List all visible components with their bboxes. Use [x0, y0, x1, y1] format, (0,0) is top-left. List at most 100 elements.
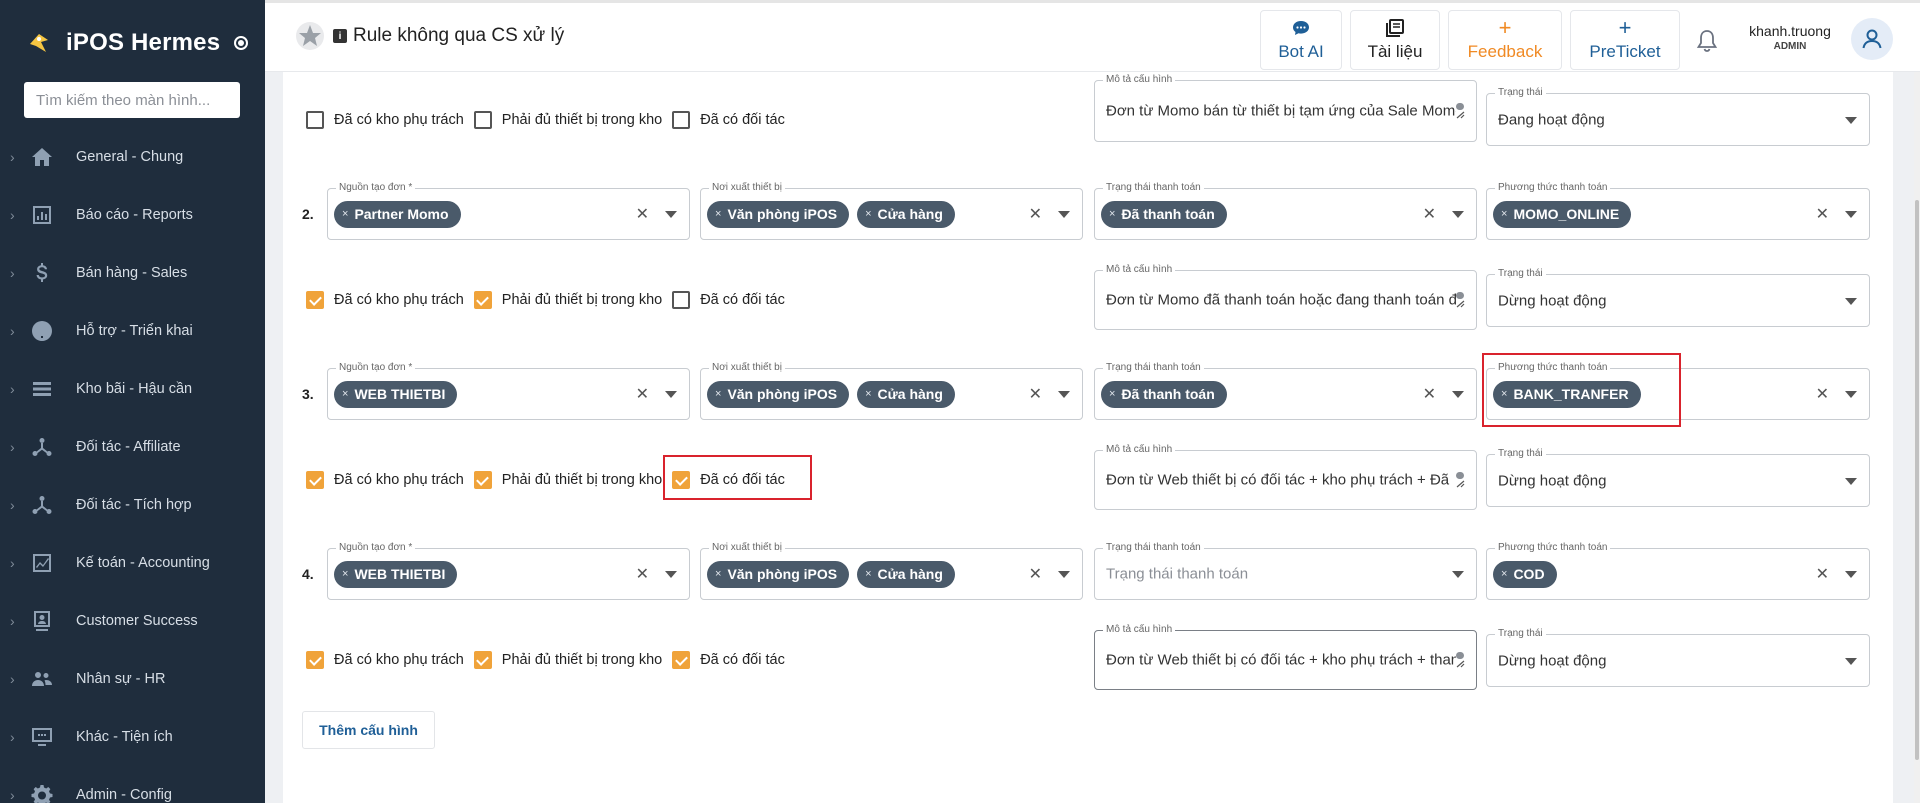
sidebar-item-k-to-n-accounting[interactable]: › Kế toán - Accounting: [0, 534, 265, 592]
clear-icon[interactable]: ✕: [636, 564, 649, 584]
chip-remove-icon[interactable]: ×: [715, 388, 721, 400]
caret-down-icon[interactable]: [1845, 297, 1857, 305]
selected-chip[interactable]: × Đã thanh toán: [1101, 380, 1227, 408]
caret-down-icon[interactable]: [1452, 211, 1464, 218]
config-desc-field-1[interactable]: Mô tả cấu hình Đơn từ Momo bán từ thiết b…: [1094, 74, 1477, 142]
warehouse-checkbox-box[interactable]: [306, 651, 324, 669]
status-select[interactable]: Trạng thái Dừng hoạt động: [1486, 448, 1870, 507]
sidebar-search-input[interactable]: [24, 82, 240, 118]
partner-checkbox-box[interactable]: [672, 111, 691, 129]
star-icon[interactable]: [295, 21, 325, 51]
enough-device-checkbox[interactable]: Phải đủ thiết bị trong kho: [473, 471, 672, 489]
enough-device-checkbox[interactable]: Phải đủ thiết bị trong kho: [473, 651, 672, 669]
selected-chip[interactable]: × Partner Momo: [334, 200, 461, 228]
enough-device-checkbox-box[interactable]: [473, 651, 492, 669]
selected-chip[interactable]: × COD: [1493, 560, 1557, 588]
warehouse-checkbox-box[interactable]: [306, 291, 324, 309]
caret-down-icon[interactable]: [1452, 571, 1464, 578]
clear-icon[interactable]: ✕: [1816, 564, 1829, 584]
selected-chip[interactable]: × Văn phòng iPOS: [707, 560, 850, 588]
chip-remove-icon[interactable]: ×: [342, 208, 348, 220]
selected-chip[interactable]: × Đã thanh toán: [1101, 200, 1227, 228]
docs-button[interactable]: Tài liệu: [1350, 10, 1440, 70]
resize-handle-icon[interactable]: [1454, 291, 1466, 309]
partner-checkbox[interactable]: Đã có đối tác: [672, 111, 795, 129]
partner-checkbox-box[interactable]: [672, 291, 691, 309]
resize-handle-icon[interactable]: [1454, 651, 1466, 669]
bell-icon[interactable]: [1694, 28, 1720, 54]
payment-status-select[interactable]: Trạng thái thanh toán × Đã thanh toán ✕: [1094, 182, 1477, 240]
selected-chip[interactable]: × Cửa hàng: [857, 560, 955, 588]
chip-remove-icon[interactable]: ×: [1501, 208, 1507, 220]
chip-remove-icon[interactable]: ×: [342, 568, 348, 580]
chip-remove-icon[interactable]: ×: [1109, 208, 1115, 220]
chip-remove-icon[interactable]: ×: [865, 388, 871, 400]
clear-icon[interactable]: ✕: [636, 384, 649, 404]
order-source-select[interactable]: Nguồn tạo đơn * × WEB THIETBI ✕: [327, 362, 690, 420]
payment-method-select[interactable]: Phương thức thanh toán × COD ✕: [1486, 542, 1870, 600]
clear-icon[interactable]: ✕: [1029, 564, 1042, 584]
status-select[interactable]: Trạng thái Dừng hoạt động: [1486, 628, 1870, 687]
sidebar-item-h-tr-tri-n-khai[interactable]: › Hỗ trợ - Triển khai: [0, 302, 265, 360]
sidebar-item-admin-config[interactable]: › Admin - Config: [0, 766, 265, 803]
clear-icon[interactable]: ✕: [1816, 384, 1829, 404]
warehouse-checkbox-box[interactable]: [306, 111, 324, 129]
warehouse-checkbox[interactable]: Đã có kho phụ trách: [306, 291, 474, 309]
clear-icon[interactable]: ✕: [1423, 384, 1436, 404]
radio-toggle-icon[interactable]: [234, 36, 249, 50]
selected-chip[interactable]: × WEB THIETBI: [334, 380, 458, 408]
config-desc-field[interactable]: Mô tả cấu hình Đơn từ Web thiết bị có đối…: [1094, 444, 1477, 510]
clear-icon[interactable]: ✕: [636, 204, 649, 224]
warehouse-checkbox-box[interactable]: [306, 471, 324, 489]
sidebar-item-i-t-c-affiliate[interactable]: › Đối tác - Affiliate: [0, 418, 265, 476]
enough-device-checkbox-box[interactable]: [473, 291, 492, 309]
chip-remove-icon[interactable]: ×: [342, 388, 348, 400]
device-origin-select[interactable]: Nơi xuất thiết bị × Văn phòng iPOS × Cửa hàn…: [700, 362, 1083, 420]
payment-status-select[interactable]: Trạng thái thanh toán × Đã thanh toán ✕: [1094, 362, 1477, 420]
status-select-1[interactable]: Trạng thái Đang hoạt động: [1486, 87, 1870, 146]
enough-device-checkbox[interactable]: Phải đủ thiết bị trong kho: [473, 111, 672, 129]
chip-remove-icon[interactable]: ×: [865, 208, 871, 220]
chip-remove-icon[interactable]: ×: [1501, 568, 1507, 580]
payment-method-select[interactable]: Phương thức thanh toán × MOMO_ONLINE ✕: [1486, 182, 1870, 240]
sidebar-item-general-chung[interactable]: › General - Chung: [0, 128, 265, 186]
caret-down-icon[interactable]: [1845, 391, 1857, 398]
enough-device-checkbox-box[interactable]: [473, 111, 492, 129]
selected-chip[interactable]: × MOMO_ONLINE: [1493, 200, 1632, 228]
sidebar-item-b-n-h-ng-sales[interactable]: › Bán hàng - Sales: [0, 244, 265, 302]
bot-ai-button[interactable]: Bot AI: [1260, 10, 1342, 70]
warehouse-checkbox[interactable]: Đã có kho phụ trách: [306, 471, 474, 489]
caret-down-icon[interactable]: [1452, 391, 1464, 398]
brand[interactable]: iPOS Hermes: [26, 26, 249, 60]
caret-down-icon[interactable]: [1845, 571, 1857, 578]
order-source-select[interactable]: Nguồn tạo đơn * × Partner Momo ✕: [327, 182, 690, 240]
order-source-select[interactable]: Nguồn tạo đơn * × WEB THIETBI ✕: [327, 542, 690, 600]
sidebar-item-kh-c-ti-n-ch[interactable]: › Khác - Tiện ích: [0, 708, 265, 766]
clear-icon[interactable]: ✕: [1029, 204, 1042, 224]
chip-remove-icon[interactable]: ×: [715, 568, 721, 580]
sidebar-item-i-t-c-t-ch-h-p[interactable]: › Đối tác - Tích hợp: [0, 476, 265, 534]
feedback-button[interactable]: + Feedback: [1448, 10, 1562, 70]
config-desc-field[interactable]: Mô tả cấu hình Đơn từ Web thiết bị có đối…: [1094, 624, 1477, 690]
partner-checkbox[interactable]: Đã có đối tác: [672, 291, 795, 309]
caret-down-icon[interactable]: [1845, 657, 1857, 665]
warehouse-checkbox[interactable]: Đã có kho phụ trách: [306, 651, 474, 669]
caret-down-icon[interactable]: [665, 571, 677, 578]
caret-down-icon[interactable]: [1845, 211, 1857, 218]
scrollbar-thumb[interactable]: [1915, 200, 1919, 760]
clear-icon[interactable]: ✕: [1029, 384, 1042, 404]
partner-checkbox[interactable]: Đã có đối tác: [672, 651, 795, 669]
partner-checkbox-box[interactable]: [672, 651, 691, 669]
status-select[interactable]: Trạng thái Dừng hoạt động: [1486, 268, 1870, 327]
avatar[interactable]: [1851, 18, 1893, 60]
caret-down-icon[interactable]: [665, 391, 677, 398]
config-desc-field[interactable]: Mô tả cấu hình Đơn từ Momo đã thanh toán …: [1094, 264, 1477, 330]
resize-handle-icon[interactable]: [1454, 102, 1466, 120]
resize-handle-icon[interactable]: [1454, 471, 1466, 489]
chip-remove-icon[interactable]: ×: [1109, 388, 1115, 400]
add-config-button[interactable]: Thêm cấu hình: [302, 711, 435, 749]
caret-down-icon[interactable]: [1845, 116, 1857, 124]
clear-icon[interactable]: ✕: [1816, 204, 1829, 224]
selected-chip[interactable]: × Văn phòng iPOS: [707, 200, 850, 228]
sidebar-item-kho-b-i-h-u-c-n[interactable]: › Kho bãi - Hậu cần: [0, 360, 265, 418]
